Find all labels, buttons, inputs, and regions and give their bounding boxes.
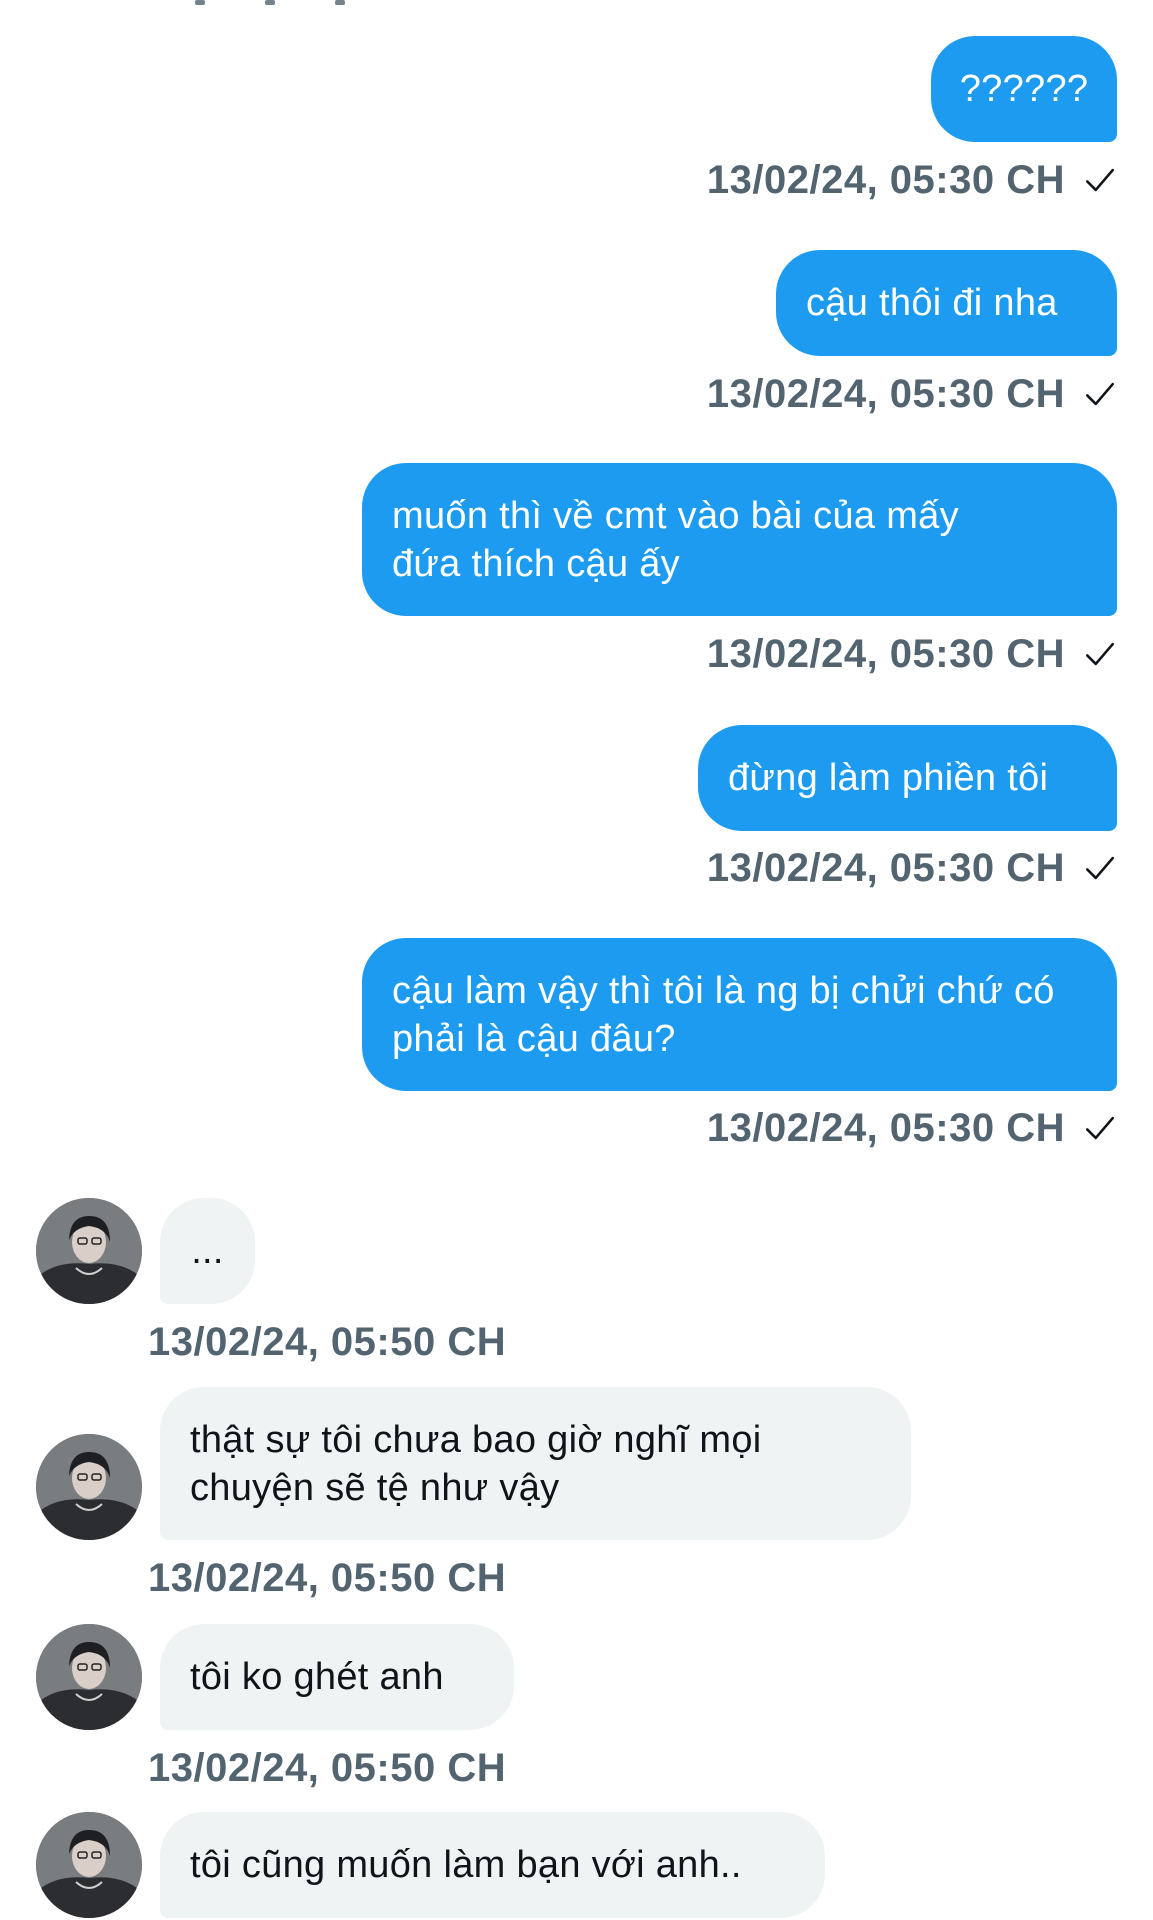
previous-timestamp-fragment: [195, 0, 205, 5]
message-text: cậu làm vậy thì tôi là ng bị chửi chứ có…: [392, 969, 1055, 1060]
previous-timestamp-fragment: [265, 0, 275, 5]
user-avatar[interactable]: [36, 1198, 142, 1304]
message-text: ??????: [959, 68, 1089, 110]
check-icon: [1085, 856, 1115, 880]
check-icon: [1085, 382, 1115, 406]
avatar-image: [36, 1624, 142, 1730]
message-timestamp: 13/02/24, 05:50 CH: [148, 1554, 506, 1602]
timestamp-text: 13/02/24, 05:50 CH: [148, 1556, 507, 1600]
check-icon: [1085, 1116, 1115, 1140]
timestamp-text: 13/02/24, 05:30 CH: [706, 846, 1065, 890]
message-timestamp: 13/02/24, 05:30 CH: [707, 370, 1117, 418]
message-timestamp: 13/02/24, 05:30 CH: [707, 630, 1117, 678]
incoming-message-bubble[interactable]: tôi ko ghét anh: [160, 1624, 514, 1730]
message-text: tôi cũng muốn làm bạn với anh..: [190, 1844, 742, 1886]
avatar-image: [36, 1198, 142, 1304]
message-timestamp: 13/02/24, 05:30 CH: [707, 1104, 1117, 1152]
timestamp-text: 13/02/24, 05:50 CH: [148, 1746, 507, 1790]
message-text: muốn thì về cmt vào bài của mấy đứa thíc…: [392, 494, 959, 585]
user-avatar[interactable]: [36, 1434, 142, 1540]
user-avatar[interactable]: [36, 1812, 142, 1918]
outgoing-message-bubble[interactable]: đừng làm phiền tôi: [698, 725, 1117, 831]
message-timestamp: 13/02/24, 05:50 CH: [148, 1744, 506, 1792]
avatar-image: [36, 1812, 142, 1918]
user-avatar[interactable]: [36, 1624, 142, 1730]
outgoing-message-bubble[interactable]: ??????: [931, 36, 1117, 142]
message-text: đừng làm phiền tôi: [728, 757, 1049, 799]
check-icon: [1085, 642, 1115, 666]
outgoing-message-bubble[interactable]: cậu làm vậy thì tôi là ng bị chửi chứ có…: [362, 938, 1117, 1091]
timestamp-text: 13/02/24, 05:30 CH: [706, 632, 1065, 676]
timestamp-text: 13/02/24, 05:30 CH: [706, 1106, 1065, 1150]
incoming-message-bubble[interactable]: thật sự tôi chưa bao giờ nghĩ mọi chuyện…: [160, 1387, 911, 1540]
message-text: thật sự tôi chưa bao giờ nghĩ mọi chuyện…: [190, 1418, 762, 1509]
outgoing-message-bubble[interactable]: muốn thì về cmt vào bài của mấy đứa thíc…: [362, 463, 1117, 616]
message-timestamp: 13/02/24, 05:30 CH: [707, 844, 1117, 892]
avatar-image: [36, 1434, 142, 1540]
previous-timestamp-fragment: [335, 0, 345, 5]
timestamp-text: 13/02/24, 05:30 CH: [706, 158, 1065, 202]
message-timestamp: 13/02/24, 05:50 CH: [148, 1318, 506, 1366]
message-text: tôi ko ghét anh: [190, 1656, 444, 1698]
outgoing-message-bubble[interactable]: cậu thôi đi nha: [776, 250, 1117, 356]
message-text: ...: [191, 1230, 224, 1272]
check-icon: [1085, 168, 1115, 192]
incoming-message-bubble[interactable]: tôi cũng muốn làm bạn với anh..: [160, 1812, 825, 1918]
timestamp-text: 13/02/24, 05:50 CH: [148, 1320, 507, 1364]
message-timestamp: 13/02/24, 05:30 CH: [707, 156, 1117, 204]
incoming-message-bubble[interactable]: ...: [160, 1198, 255, 1304]
message-text: cậu thôi đi nha: [806, 282, 1058, 324]
timestamp-text: 13/02/24, 05:30 CH: [706, 372, 1065, 416]
